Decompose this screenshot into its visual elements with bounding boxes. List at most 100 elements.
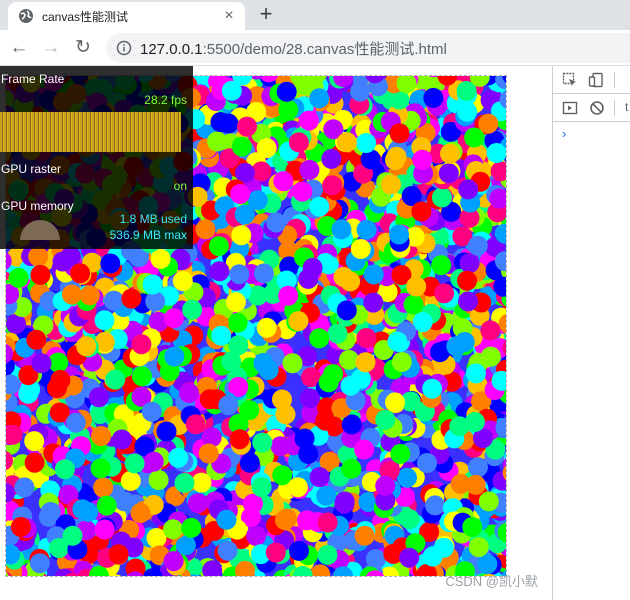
tab-title: canvas性能测试 <box>42 9 129 24</box>
random-circle <box>8 267 29 288</box>
random-circle <box>381 174 401 195</box>
random-circle <box>468 537 489 558</box>
console-prompt[interactable]: › <box>562 126 566 141</box>
random-circle <box>24 431 45 452</box>
random-circle <box>246 526 267 546</box>
reload-button[interactable]: ↻ <box>72 37 94 59</box>
close-tab-icon[interactable]: × <box>221 8 237 24</box>
random-circle <box>403 294 424 315</box>
page-viewport: Frame Rate 28.2 fps GPU raster on GPU me… <box>0 66 552 600</box>
sidebar-toggle-icon[interactable] <box>562 100 578 116</box>
random-circle <box>227 312 248 333</box>
random-circle <box>231 136 252 157</box>
random-circle <box>256 317 277 338</box>
random-circle <box>130 503 151 524</box>
random-circle <box>168 447 189 468</box>
random-circle <box>50 369 71 390</box>
info-icon[interactable] <box>116 40 132 56</box>
random-circle <box>272 389 292 410</box>
random-circle <box>389 224 409 245</box>
random-circle <box>323 364 344 385</box>
random-circle <box>480 320 501 341</box>
random-circle <box>124 453 145 474</box>
devtools-toolbar <box>553 66 630 94</box>
random-circle <box>317 544 338 565</box>
random-circle <box>486 143 506 163</box>
inspect-element-icon[interactable] <box>562 72 578 88</box>
random-circle <box>411 201 432 222</box>
random-circle <box>29 553 50 574</box>
clear-console-icon[interactable] <box>589 100 605 116</box>
random-circle <box>141 401 162 422</box>
new-tab-button[interactable]: + <box>253 1 279 27</box>
back-button[interactable]: ← <box>8 37 30 59</box>
random-circle <box>506 380 507 400</box>
watermark: CSDN @凯小默 <box>445 574 538 589</box>
random-circle <box>446 336 467 357</box>
random-circle <box>354 439 375 460</box>
random-circle <box>412 149 433 170</box>
random-circle <box>468 457 488 478</box>
random-circle <box>309 88 330 109</box>
random-circle <box>218 113 239 134</box>
random-circle <box>438 163 459 184</box>
random-circle <box>172 271 193 291</box>
forward-button[interactable]: → <box>40 37 62 59</box>
random-circle <box>181 517 202 538</box>
random-circle <box>274 510 295 530</box>
random-circle <box>229 429 250 450</box>
console-context-selector[interactable]: t <box>625 100 628 114</box>
random-circle <box>174 472 195 493</box>
random-circle <box>256 138 277 159</box>
device-toolbar-icon[interactable] <box>588 72 604 88</box>
random-circle <box>166 576 186 577</box>
random-circle <box>299 110 319 131</box>
frame-rate-graph <box>0 112 181 152</box>
random-circle <box>431 255 452 276</box>
random-circle <box>276 577 296 578</box>
random-circle <box>28 246 49 267</box>
random-circle <box>480 346 501 367</box>
gpu-memory-gauge <box>20 220 60 240</box>
random-circle <box>231 225 252 246</box>
random-circle <box>336 300 357 321</box>
random-circle <box>218 395 239 416</box>
random-circle <box>163 308 184 329</box>
random-circle <box>198 443 219 464</box>
address-bar[interactable]: 127.0.0.1:5500/demo/28.canvas性能测试.html <box>106 33 630 63</box>
random-circle <box>341 458 362 479</box>
url-host: 127.0.0.1 <box>140 40 203 58</box>
tab-strip: canvas性能测试 × + <box>0 0 630 30</box>
random-circle <box>94 519 115 540</box>
random-circle <box>354 525 375 546</box>
random-circle <box>422 378 443 399</box>
random-circle <box>289 540 309 561</box>
random-circle <box>91 426 112 446</box>
random-circle <box>363 264 384 285</box>
random-circle <box>462 517 483 537</box>
browser-tab[interactable]: canvas性能测试 × <box>8 2 245 30</box>
random-circle <box>54 459 75 480</box>
random-circle <box>276 81 297 102</box>
random-circle <box>164 346 185 367</box>
random-circle <box>94 310 115 331</box>
fps-meter-overlay: Frame Rate 28.2 fps GPU raster on GPU me… <box>0 66 193 249</box>
random-circle <box>417 453 437 473</box>
random-circle <box>356 328 377 348</box>
random-circle <box>207 131 228 152</box>
random-circle <box>230 184 251 204</box>
gpu-memory-label: GPU memory <box>1 199 74 213</box>
random-circle <box>459 253 480 273</box>
random-circle <box>6 314 26 334</box>
random-circle <box>340 375 361 396</box>
random-circle <box>96 495 117 516</box>
gpu-raster-label: GPU raster <box>1 162 62 176</box>
gpu-raster-value: on <box>173 179 187 193</box>
random-circle <box>333 266 354 287</box>
toolbar-divider <box>614 100 615 116</box>
random-circle <box>278 575 282 576</box>
random-circle <box>298 443 319 464</box>
random-circle <box>103 290 124 311</box>
random-circle <box>399 509 420 530</box>
random-circle <box>229 264 250 285</box>
